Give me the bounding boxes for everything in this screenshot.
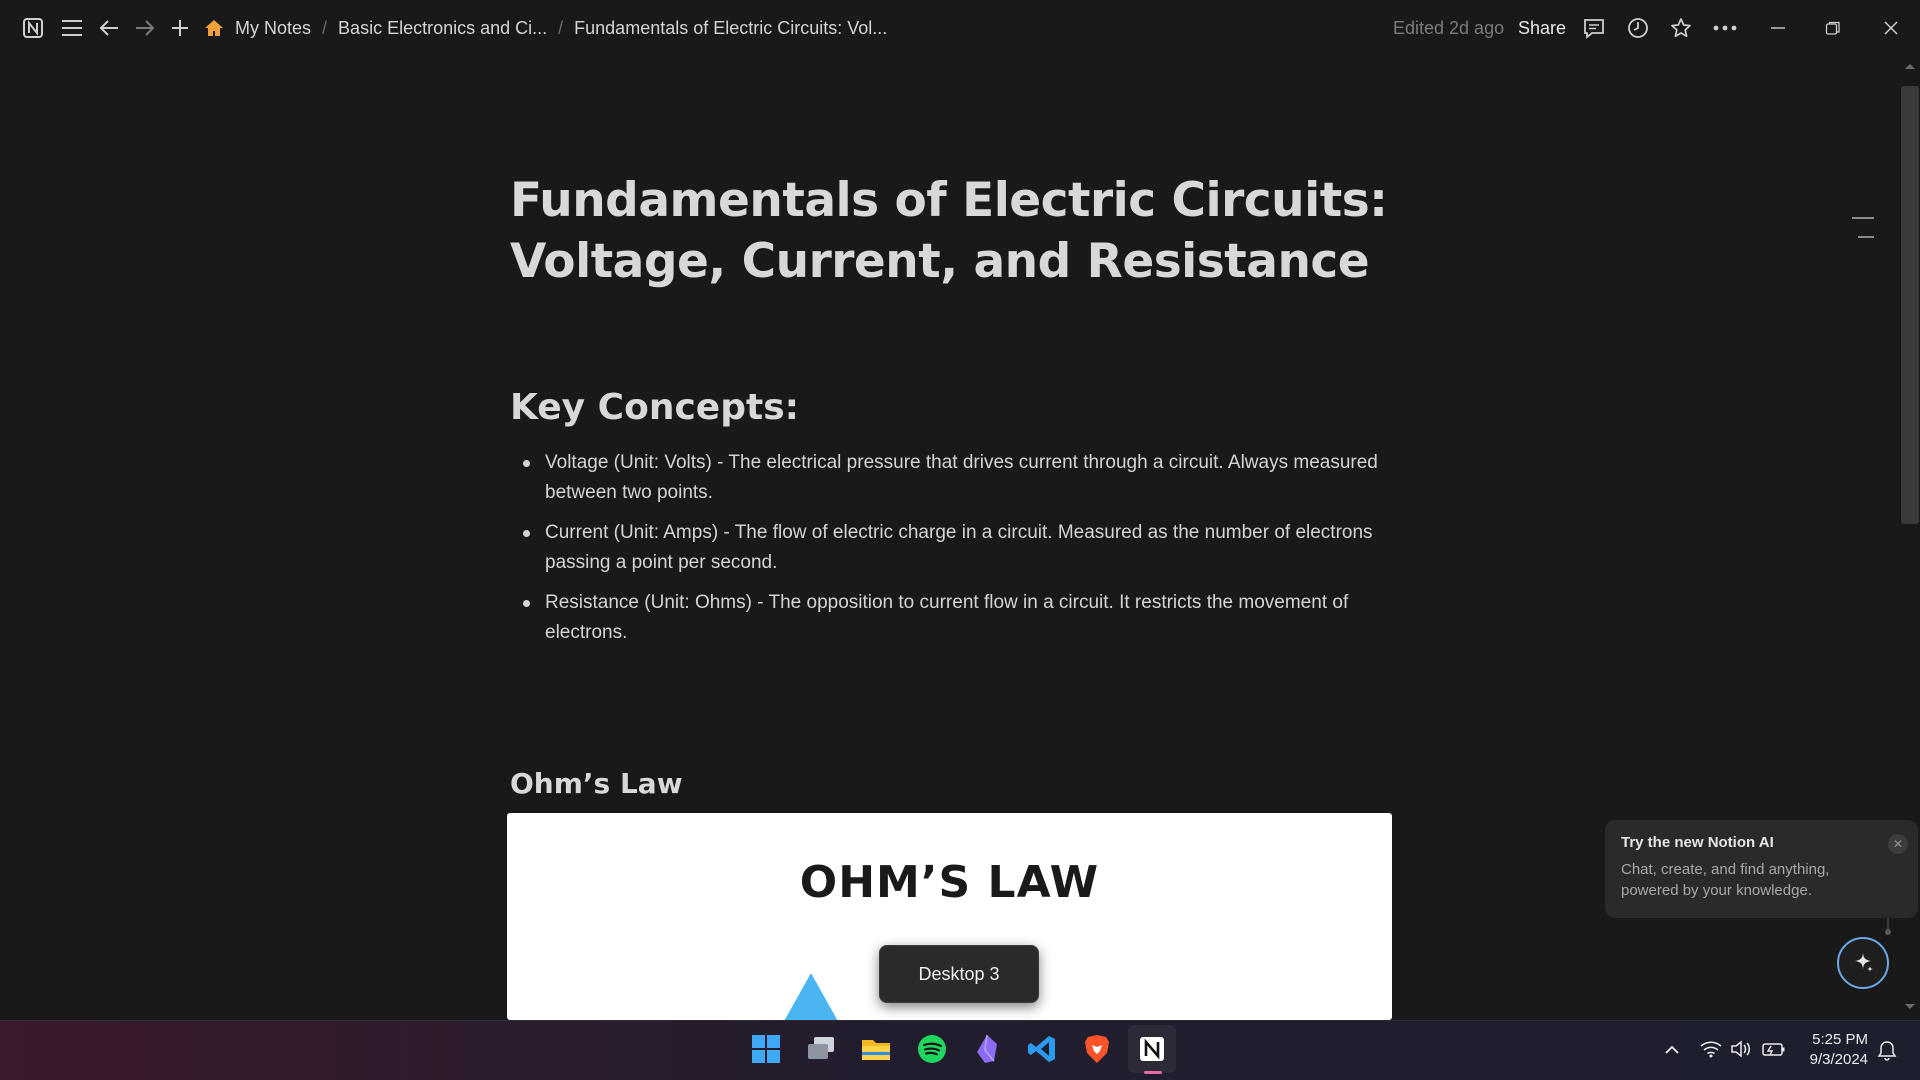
wifi-icon[interactable] xyxy=(1700,1040,1722,1058)
page-content: Fundamentals of Electric Circuits: Volta… xyxy=(510,170,1394,292)
obsidian-icon[interactable] xyxy=(963,1025,1011,1073)
title-bar: My Notes / Basic Electronics and Ci... /… xyxy=(0,0,1920,56)
image-title: OHM’S LAW xyxy=(799,857,1100,908)
history-clock-icon[interactable] xyxy=(1624,14,1652,42)
system-clock[interactable]: 5:25 PM 9/3/2024 xyxy=(1792,1030,1868,1070)
vscode-icon[interactable] xyxy=(1018,1025,1066,1073)
toast-label: Desktop 3 xyxy=(918,963,1000,984)
breadcrumb-separator: / xyxy=(558,17,564,38)
sparkle-icon xyxy=(1855,953,1873,972)
restore-window-icon[interactable] xyxy=(1819,14,1847,42)
file-explorer-icon[interactable] xyxy=(852,1025,900,1073)
scroll-down-arrow-icon[interactable] xyxy=(1904,1003,1916,1011)
page-title-line-2: Voltage, Current, and Resistance xyxy=(510,234,1370,289)
spotify-icon[interactable] xyxy=(908,1025,956,1073)
ai-card-connector xyxy=(1885,918,1891,935)
minimize-window-icon[interactable] xyxy=(1764,14,1792,42)
new-page-plus-icon[interactable] xyxy=(166,14,194,42)
more-options-icon[interactable] xyxy=(1711,14,1739,42)
triangle-shape xyxy=(783,973,839,1020)
notion-ai-promo-card[interactable]: Try the new Notion AI Chat, create, and … xyxy=(1605,820,1918,918)
notion-logo-icon[interactable] xyxy=(19,14,47,42)
back-arrow-icon[interactable] xyxy=(95,14,123,42)
desktop-switch-toast: Desktop 3 xyxy=(879,945,1039,1003)
breadcrumb-item-my-notes[interactable]: My Notes xyxy=(235,18,311,39)
page-title[interactable]: Fundamentals of Electric Circuits: Volta… xyxy=(510,170,1394,292)
comments-icon[interactable] xyxy=(1580,14,1608,42)
breadcrumb-item-basic-electronics[interactable]: Basic Electronics and Ci... xyxy=(338,18,547,39)
breadcrumb-item-current-page[interactable]: Fundamentals of Electric Circuits: Vol..… xyxy=(574,18,887,39)
key-concepts-heading[interactable]: Key Concepts: xyxy=(510,387,799,428)
close-icon[interactable]: ✕ xyxy=(1888,834,1908,854)
list-item[interactable]: Voltage (Unit: Volts) - The electrical p… xyxy=(510,448,1395,508)
list-item[interactable]: Current (Unit: Amps) - The flow of elect… xyxy=(510,518,1395,578)
share-button[interactable]: Share xyxy=(1518,18,1566,39)
scrollbar-thumb[interactable] xyxy=(1901,86,1919,524)
active-app-indicator xyxy=(1144,1071,1162,1074)
battery-icon[interactable] xyxy=(1762,1040,1786,1058)
favorite-star-icon[interactable] xyxy=(1667,14,1695,42)
toc-marker[interactable] xyxy=(1858,236,1874,238)
close-window-icon[interactable] xyxy=(1877,14,1905,42)
taskbar xyxy=(0,1020,1920,1080)
ai-card-title: Try the new Notion AI xyxy=(1621,834,1774,851)
edited-timestamp: Edited 2d ago xyxy=(1393,18,1505,38)
notion-ai-button[interactable] xyxy=(1837,937,1889,989)
toc-marker[interactable] xyxy=(1852,217,1874,219)
concepts-list: Voltage (Unit: Volts) - The electrical p… xyxy=(510,448,1395,658)
notifications-bell-icon[interactable] xyxy=(1876,1039,1898,1061)
home-icon xyxy=(200,14,228,42)
clock-date: 9/3/2024 xyxy=(1809,1051,1868,1068)
breadcrumb: My Notes / Basic Electronics and Ci... /… xyxy=(235,16,887,40)
forward-arrow-icon[interactable] xyxy=(131,14,159,42)
chevron-up-icon[interactable] xyxy=(1664,1043,1680,1055)
windows-start-icon[interactable] xyxy=(742,1025,790,1073)
task-view-icon[interactable] xyxy=(797,1025,845,1073)
list-item[interactable]: Resistance (Unit: Ohms) - The opposition… xyxy=(510,588,1395,648)
clock-time: 5:25 PM xyxy=(1812,1031,1868,1048)
ai-card-description: Chat, create, and find anything, powered… xyxy=(1621,861,1830,899)
sidebar-menu-icon[interactable] xyxy=(58,14,86,42)
breadcrumb-separator: / xyxy=(322,17,328,38)
volume-icon[interactable] xyxy=(1730,1040,1752,1058)
brave-icon[interactable] xyxy=(1073,1025,1121,1073)
notion-app-icon[interactable] xyxy=(1128,1025,1176,1073)
page-title-line-1: Fundamentals of Electric Circuits: xyxy=(510,173,1388,228)
scroll-up-arrow-icon[interactable] xyxy=(1904,62,1916,70)
ohms-law-heading[interactable]: Ohm’s Law xyxy=(510,767,683,800)
